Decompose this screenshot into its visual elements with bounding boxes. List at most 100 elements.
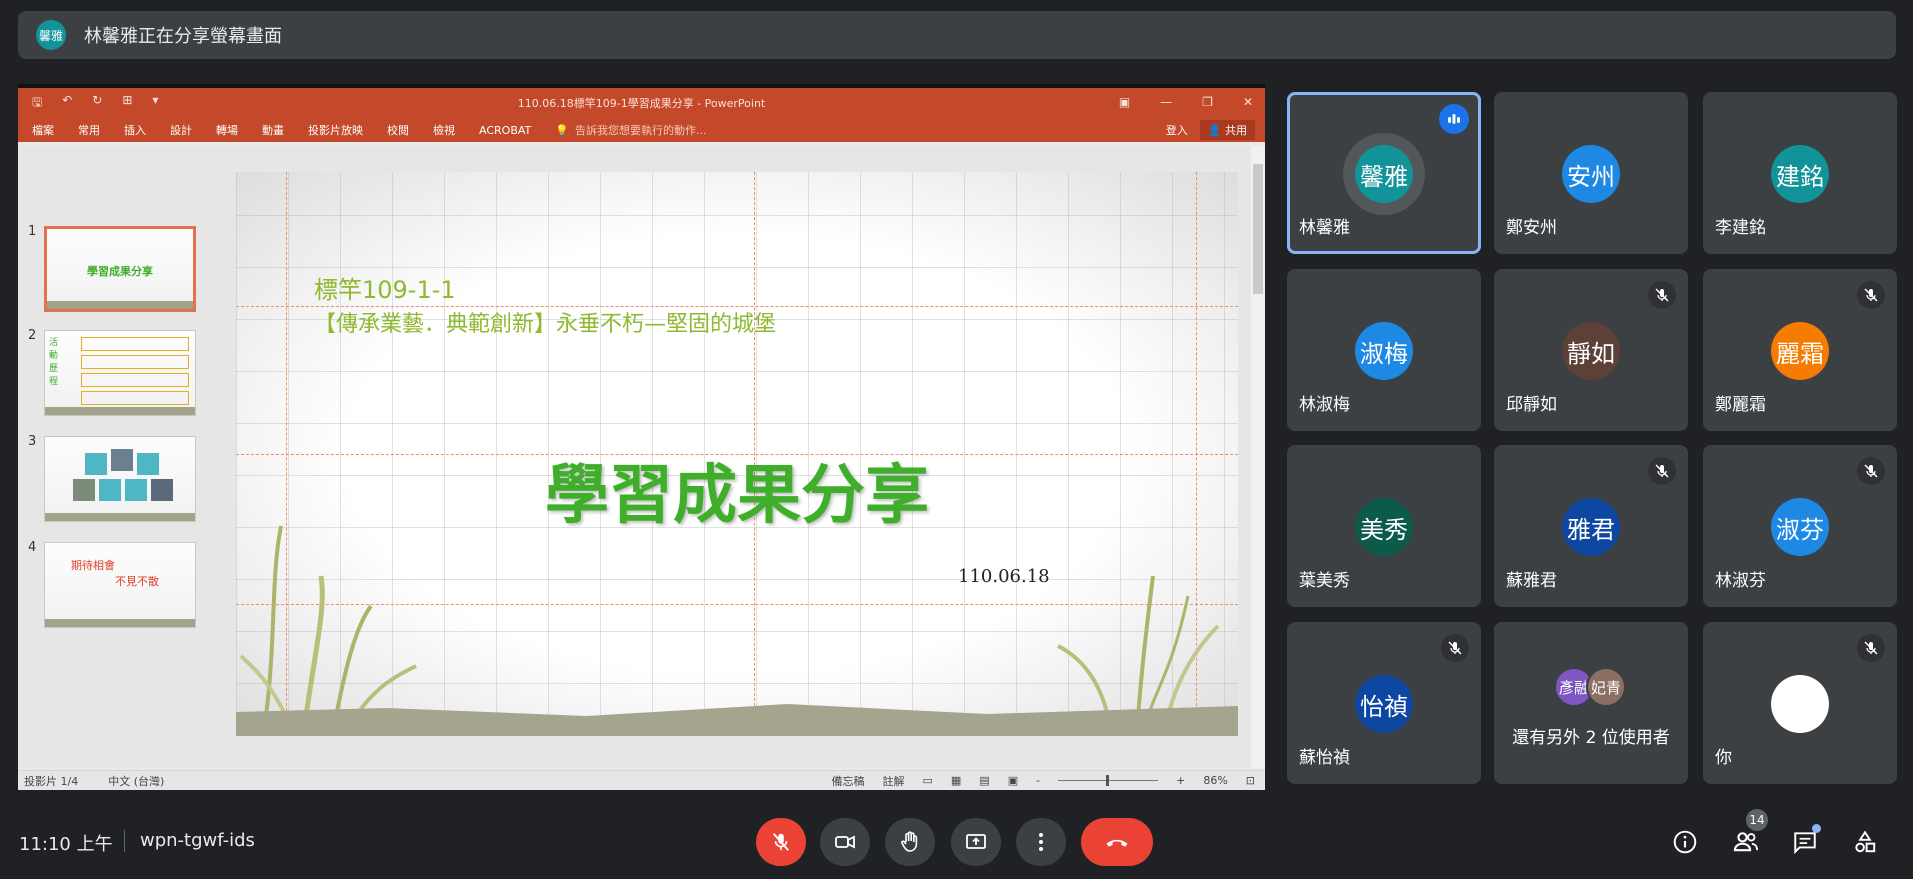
- thumb-hexagon: [111, 449, 133, 471]
- participant-tile[interactable]: 雅君 蘇雅君: [1494, 445, 1688, 607]
- slide-number: 3: [28, 434, 37, 449]
- participant-tile[interactable]: 馨雅 林馨雅: [1287, 92, 1481, 254]
- leave-call-button[interactable]: [1081, 818, 1153, 866]
- speaking-indicator-icon: [1439, 104, 1469, 134]
- slide-number: 4: [28, 540, 37, 555]
- more-options-button[interactable]: [1016, 818, 1066, 866]
- self-name: 你: [1715, 748, 1732, 768]
- activities-button[interactable]: [1849, 826, 1881, 858]
- participant-avatar: 美秀: [1355, 498, 1413, 556]
- self-avatar: [1771, 675, 1829, 733]
- participant-tile[interactable]: 麗霜 鄭麗霜: [1703, 269, 1897, 431]
- more-vert-icon: [1039, 833, 1043, 851]
- language-status: 中文 (台灣): [108, 774, 165, 788]
- minimize-icon: —: [1160, 95, 1173, 109]
- participant-tile[interactable]: 安州 鄭安州: [1494, 92, 1688, 254]
- ppt-title-bar: 🖫 ↶ ↻ ⊞ ▾ 110.06.18標竿109-1學習成果分享 - Power…: [18, 88, 1265, 118]
- divider: [124, 830, 125, 852]
- participant-name: 邱靜如: [1506, 395, 1557, 415]
- ppt-share-label: 共用: [1225, 124, 1247, 137]
- zoom-slider: [1058, 775, 1159, 786]
- slide-thumbnail: 活 動 歷 程: [44, 330, 196, 416]
- participant-name: 林馨雅: [1299, 218, 1350, 238]
- camera-toggle-button[interactable]: [820, 818, 870, 866]
- participant-name: 林淑芬: [1715, 571, 1766, 591]
- zoom-in-icon: +: [1176, 774, 1186, 787]
- mic-toggle-button[interactable]: [756, 818, 806, 866]
- people-icon: [1733, 832, 1759, 852]
- participant-avatar: 淑芬: [1771, 498, 1829, 556]
- slide-thumbnail: 期待相會 不見不散: [44, 542, 196, 628]
- presenting-text: 林馨雅正在分享螢幕畫面: [84, 26, 282, 47]
- fit-slide-icon: ⊡: [1245, 774, 1255, 787]
- person-icon: 👤: [1207, 124, 1222, 137]
- slide-thumbnail: 學習成果分享: [44, 226, 196, 312]
- participant-tile[interactable]: 靜如 邱靜如: [1494, 269, 1688, 431]
- thumb-line2: 不見不散: [115, 575, 159, 588]
- slide-number: 1: [28, 224, 37, 239]
- mic-off-icon: [1857, 281, 1885, 309]
- participant-name: 李建銘: [1715, 218, 1766, 238]
- slide-subtitle-1: 標竿109-1-1: [314, 276, 456, 304]
- slide-position: 投影片 1/4: [24, 774, 79, 788]
- ppt-status-bar: 投影片 1/4 中文 (台灣) 備忘稿 註解 ▭ ▦ ▤ ▣ - + 86% ⊡: [18, 770, 1265, 790]
- notes-toggle: 備忘稿: [831, 774, 865, 788]
- ppt-ribbon: 檔案 常用 插入 設計 轉場 動畫 投影片放映 校閱 檢視 ACROBAT 💡 …: [18, 118, 1265, 142]
- thumb-title: 學習成果分享: [87, 265, 153, 278]
- shared-screen[interactable]: 🖫 ↶ ↻ ⊞ ▾ 110.06.18標竿109-1學習成果分享 - Power…: [18, 84, 1265, 790]
- participant-tile[interactable]: 淑梅 林淑梅: [1287, 269, 1481, 431]
- meeting-control-bar: 11:10 上午 wpn-tgwf-ids 14: [0, 800, 1913, 879]
- thumb-box: [81, 355, 189, 369]
- thumbnail-row: 4 期待相會 不見不散: [18, 540, 208, 630]
- participant-name: 葉美秀: [1299, 571, 1350, 591]
- thumb-line1: 期待相會: [71, 559, 115, 572]
- redo-icon: ↻: [92, 92, 103, 107]
- presenter-avatar: 馨雅: [36, 20, 66, 50]
- thumbnail-row: 1 學習成果分享: [18, 224, 208, 314]
- slide-canvas: 標竿109-1-1 【傳承業藝．典範創新】永垂不朽—堅固的城堡 學習成果分享 1…: [236, 172, 1238, 736]
- participant-tile[interactable]: 怡禎 蘇怡禎: [1287, 622, 1481, 784]
- normal-view-icon: ▭: [922, 774, 933, 787]
- participant-tile[interactable]: 建銘 李建銘: [1703, 92, 1897, 254]
- thumb-ground: [45, 619, 195, 627]
- slideshow-view-icon: ▣: [1007, 774, 1019, 787]
- participant-avatar: 建銘: [1771, 145, 1829, 203]
- participant-avatar: 怡禎: [1355, 675, 1413, 733]
- participant-name: 林淑梅: [1299, 395, 1350, 415]
- slide-thumbnails: 1 學習成果分享 2 活 動 歷 程 3 4 期待相會 不見不散: [18, 146, 208, 768]
- raise-hand-button[interactable]: [885, 818, 935, 866]
- thumb-hexagon: [85, 453, 107, 475]
- ribbon-tab: 動畫: [262, 124, 284, 137]
- mic-off-icon: [1857, 457, 1885, 485]
- info-icon: [1673, 830, 1697, 854]
- ppt-workspace: 1 學習成果分享 2 活 動 歷 程 3 4 期待相會 不見不散 標竿109-1…: [18, 146, 1265, 768]
- participant-avatar: 安州: [1562, 145, 1620, 203]
- close-icon: ✕: [1242, 95, 1253, 109]
- undo-icon: ↶: [62, 92, 73, 107]
- participant-name: 蘇怡禎: [1299, 748, 1350, 768]
- thumb-ground: [45, 513, 195, 521]
- clock: 11:10 上午: [19, 834, 113, 855]
- mic-off-icon: [1857, 634, 1885, 662]
- sign-in-link: 登入: [1165, 124, 1188, 137]
- thumb-box: [81, 391, 189, 405]
- comments-toggle: 註解: [882, 774, 905, 788]
- meeting-details-button[interactable]: [1669, 826, 1701, 858]
- ribbon-tab: 設計: [170, 124, 192, 137]
- scrollbar-thumb: [1253, 164, 1263, 294]
- participant-avatar: 靜如: [1562, 322, 1620, 380]
- present-now-button[interactable]: [951, 818, 1001, 866]
- self-tile[interactable]: 你: [1703, 622, 1897, 784]
- zoom-level: 86%: [1203, 774, 1228, 787]
- thumb-hexagon: [125, 479, 147, 501]
- customize-icon: ▾: [152, 92, 159, 107]
- ribbon-tab: ACROBAT: [479, 123, 532, 137]
- thumb-hexagon: [99, 479, 121, 501]
- others-tile[interactable]: 彥融 妃青 還有另外 2 位使用者: [1494, 622, 1688, 784]
- reading-view-icon: ▤: [979, 774, 990, 787]
- save-icon: 🖫: [32, 94, 43, 109]
- ribbon-tab: 插入: [124, 124, 146, 137]
- participant-tile[interactable]: 淑芬 林淑芬: [1703, 445, 1897, 607]
- participant-name: 鄭安州: [1506, 218, 1557, 238]
- participant-tile[interactable]: 美秀 葉美秀: [1287, 445, 1481, 607]
